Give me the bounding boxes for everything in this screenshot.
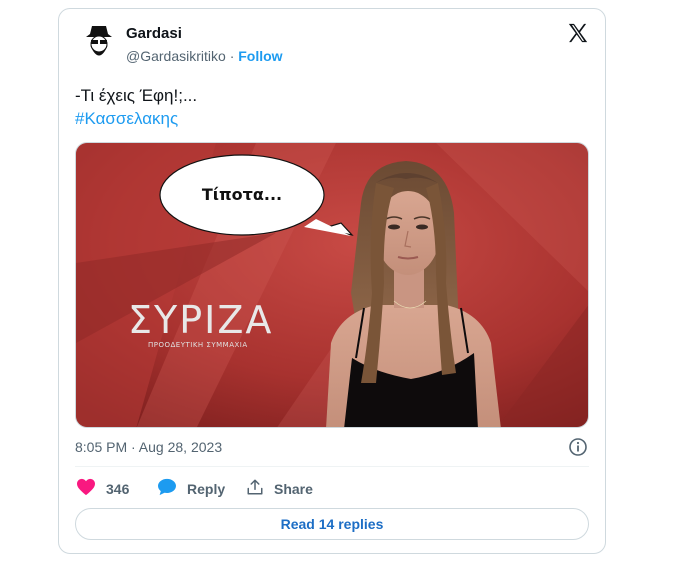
x-logo-icon[interactable] [567, 22, 589, 44]
logo-subtitle: ΠΡΟΟΔΕΥΤΙΚΗ ΣΥΜΜΑΧΙΑ [148, 341, 248, 349]
read-replies-button[interactable]: Read 14 replies [75, 508, 589, 540]
speech-bubble-text: Τίποτα... [202, 185, 282, 204]
separator-dot: · [229, 48, 235, 64]
heart-icon [76, 478, 96, 501]
hashtag-link[interactable]: #Κασσελακης [75, 107, 197, 130]
like-button[interactable]: 346 [76, 478, 129, 500]
author-name[interactable]: Gardasi [126, 25, 182, 42]
reply-label: Reply [187, 481, 226, 497]
avatar[interactable] [78, 22, 120, 64]
tweet-media-image[interactable]: ΣΥΡΙΖΑ ΠΡΟΟΔΕΥΤΙΚΗ ΣΥΜΜΑΧΙΑ Τίποτα... [75, 142, 589, 428]
reply-button[interactable]: Reply [157, 478, 225, 500]
share-label: Share [274, 481, 313, 497]
like-count: 346 [106, 481, 130, 497]
follow-button[interactable]: Follow [238, 48, 282, 64]
share-button[interactable]: Share [246, 478, 313, 500]
author-handle[interactable]: @Gardasikritiko [126, 48, 226, 64]
logo-text: ΣΥΡΙΖΑ [128, 298, 273, 342]
tweet-timestamp[interactable]: 8:05 PM · Aug 28, 2023 [75, 439, 222, 455]
tweet-text: -Τι έχεις Έφη!;... #Κασσελακης [75, 84, 197, 130]
divider [75, 466, 589, 467]
reply-bubble-icon [157, 478, 177, 501]
share-icon [246, 478, 264, 501]
author-handle-row: @Gardasikritiko · Follow [126, 48, 283, 64]
tweet-line: -Τι έχεις Έφη!;... [75, 86, 198, 105]
info-icon[interactable] [568, 437, 588, 457]
